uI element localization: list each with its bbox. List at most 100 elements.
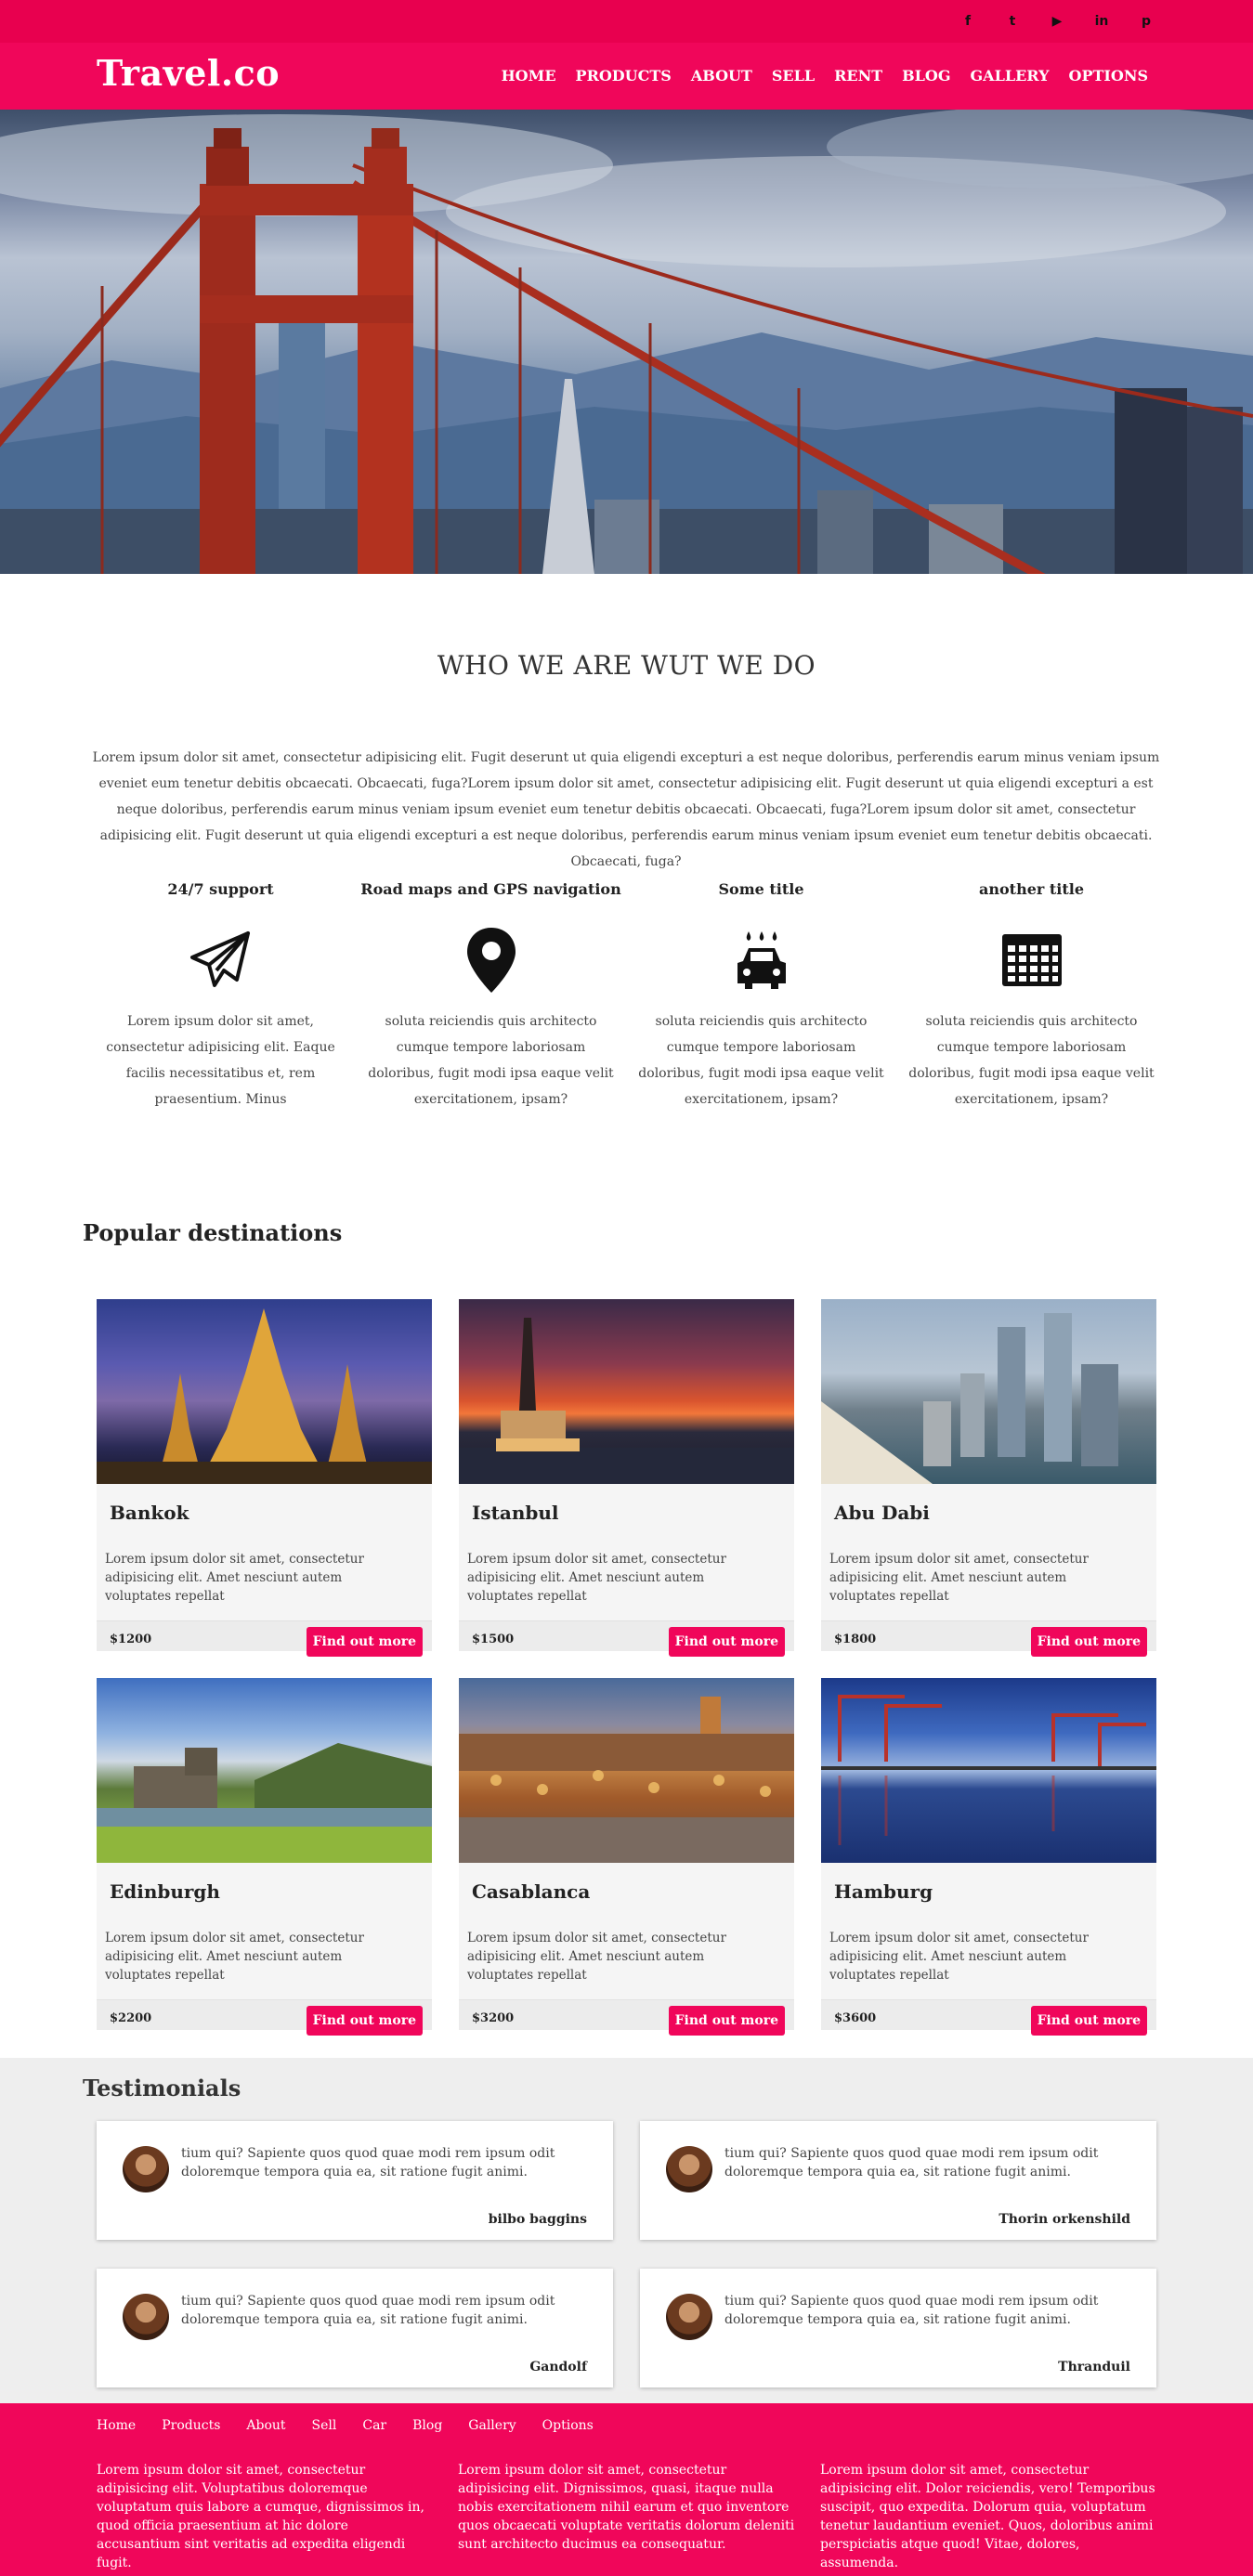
destination-card: Abu Dabi Lorem ipsum dolor sit amet, con… xyxy=(821,1299,1156,1657)
destination-name: Istanbul xyxy=(472,1502,559,1524)
testimonial-quote: tium qui? Sapiente quos quod quae modi r… xyxy=(724,2294,1099,2327)
destination-price: $1500 xyxy=(472,1633,515,1646)
card-footer: $3600 Find out more xyxy=(821,1999,1156,2036)
destination-card: Istanbul Lorem ipsum dolor sit amet, con… xyxy=(459,1299,794,1657)
nav-options[interactable]: OPTIONS xyxy=(1069,67,1148,85)
calendar-icon xyxy=(896,923,1167,997)
feature-title: another title xyxy=(979,880,1084,898)
destination-price: $1200 xyxy=(110,1633,152,1646)
features-row: 24/7 support Lorem ipsum dolor sit amet,… xyxy=(85,880,1167,1112)
card-footer: $3200 Find out more xyxy=(459,1999,794,2036)
destination-image-istanbul[interactable] xyxy=(459,1299,794,1484)
linkedin-icon[interactable]: in xyxy=(1091,11,1112,32)
who-we-are-text: Lorem ipsum dolor sit amet, consectetur … xyxy=(92,750,1160,869)
hero-image xyxy=(0,110,1253,574)
feature-title: 24/7 support xyxy=(167,880,274,898)
footer-link-car[interactable]: Car xyxy=(362,2418,386,2433)
card-footer: $1500 Find out more xyxy=(459,1620,794,1657)
find-out-more-button[interactable]: Find out more xyxy=(668,2006,785,2036)
destination-grid: Bankok Lorem ipsum dolor sit amet, conse… xyxy=(97,1299,1156,2036)
destination-text: Lorem ipsum dolor sit amet, consectetur … xyxy=(467,1552,726,1604)
avatar xyxy=(666,2146,712,2192)
nav-blog[interactable]: BLOG xyxy=(902,67,950,85)
destination-name: Bankok xyxy=(110,1502,189,1524)
testimonial-card: tium qui? Sapiente quos quod quae modi r… xyxy=(640,2269,1156,2387)
pinterest-icon[interactable]: p xyxy=(1136,11,1156,32)
avatar xyxy=(666,2294,712,2340)
footer-link-blog[interactable]: Blog xyxy=(412,2418,442,2433)
footer-link-gallery[interactable]: Gallery xyxy=(468,2418,516,2433)
avatar xyxy=(123,2294,169,2340)
feature-title: Some title xyxy=(718,880,804,898)
feature-support: 24/7 support Lorem ipsum dolor sit amet,… xyxy=(85,880,356,1112)
destination-card: Casablanca Lorem ipsum dolor sit amet, c… xyxy=(459,1678,794,2036)
nav-products[interactable]: PRODUCTS xyxy=(576,67,672,85)
car-wash-icon xyxy=(626,923,896,997)
feature-another-title: another title soluta reiciendis quis arc… xyxy=(896,880,1167,1112)
testimonial-author: Thorin orkenshild xyxy=(998,2212,1130,2227)
main-nav: HOME PRODUCTS ABOUT SELL RENT BLOG GALLE… xyxy=(502,67,1148,85)
feature-title: Road maps and GPS navigation xyxy=(360,880,621,898)
destination-text: Lorem ipsum dolor sit amet, consectetur … xyxy=(105,1552,364,1604)
testimonials-heading: Testimonials xyxy=(83,2075,241,2101)
footer-column-2: Lorem ipsum dolor sit amet, consectetur … xyxy=(458,2463,795,2552)
destination-image-abu-dhabi[interactable] xyxy=(821,1299,1156,1484)
who-we-are-heading: WHO WE ARE WUT WE DO xyxy=(437,650,816,681)
footer-nav: Home Products About Sell Car Blog Galler… xyxy=(97,2418,594,2433)
site-logo[interactable]: Travel.co xyxy=(97,52,280,94)
find-out-more-button[interactable]: Find out more xyxy=(1030,1627,1147,1657)
nav-sell[interactable]: SELL xyxy=(772,67,815,85)
footer-column-1: Lorem ipsum dolor sit amet, consectetur … xyxy=(97,2463,424,2570)
paper-plane-icon xyxy=(85,923,356,997)
site-footer: Home Products About Sell Car Blog Galler… xyxy=(0,2403,1253,2576)
destination-price: $3600 xyxy=(834,2011,877,2025)
footer-link-options[interactable]: Options xyxy=(542,2418,594,2433)
find-out-more-button[interactable]: Find out more xyxy=(1030,2006,1147,2036)
destination-name: Abu Dabi xyxy=(834,1502,930,1524)
card-footer: $2200 Find out more xyxy=(97,1999,432,2036)
find-out-more-button[interactable]: Find out more xyxy=(306,1627,423,1657)
destination-card: Edinburgh Lorem ipsum dolor sit amet, co… xyxy=(97,1678,432,2036)
footer-column-3: Lorem ipsum dolor sit amet, consectetur … xyxy=(820,2463,1155,2570)
testimonial-author: Gandolf xyxy=(529,2360,587,2374)
nav-about[interactable]: ABOUT xyxy=(691,67,752,85)
testimonial-quote: tium qui? Sapiente quos quod quae modi r… xyxy=(181,2294,555,2327)
find-out-more-button[interactable]: Find out more xyxy=(306,2006,423,2036)
footer-link-sell[interactable]: Sell xyxy=(312,2418,337,2433)
feature-text: soluta reiciendis quis architecto cumque… xyxy=(638,1014,884,1107)
destination-text: Lorem ipsum dolor sit amet, consectetur … xyxy=(105,1931,364,1983)
golden-gate-bridge-illustration xyxy=(0,110,1253,574)
top-bar: f t ▶ in p xyxy=(0,0,1253,43)
footer-link-products[interactable]: Products xyxy=(162,2418,220,2433)
destination-image-hamburg[interactable] xyxy=(821,1678,1156,1863)
testimonial-quote: tium qui? Sapiente quos quod quae modi r… xyxy=(181,2146,555,2179)
facebook-icon[interactable]: f xyxy=(958,11,978,32)
testimonial-quote: tium qui? Sapiente quos quod quae modi r… xyxy=(724,2146,1099,2179)
feature-some-title: Some title soluta reiciendis quis archit… xyxy=(626,880,896,1112)
destination-image-edinburgh[interactable] xyxy=(97,1678,432,1863)
destination-card: Bankok Lorem ipsum dolor sit amet, conse… xyxy=(97,1299,432,1657)
destination-name: Hamburg xyxy=(834,1880,933,1903)
footer-link-about[interactable]: About xyxy=(246,2418,285,2433)
destination-text: Lorem ipsum dolor sit amet, consectetur … xyxy=(829,1552,1089,1604)
card-footer: $1800 Find out more xyxy=(821,1620,1156,1657)
youtube-icon[interactable]: ▶ xyxy=(1047,11,1067,32)
main-navbar: Travel.co HOME PRODUCTS ABOUT SELL RENT … xyxy=(0,43,1253,110)
feature-maps: Road maps and GPS navigation soluta reic… xyxy=(356,880,626,1112)
find-out-more-button[interactable]: Find out more xyxy=(668,1627,785,1657)
destination-image-bangkok[interactable] xyxy=(97,1299,432,1484)
testimonial-card: tium qui? Sapiente quos quod quae modi r… xyxy=(640,2121,1156,2240)
destination-text: Lorem ipsum dolor sit amet, consectetur … xyxy=(467,1931,726,1983)
feature-text: soluta reiciendis quis architecto cumque… xyxy=(368,1014,614,1107)
destination-price: $2200 xyxy=(110,2011,152,2025)
twitter-icon[interactable]: t xyxy=(1002,11,1023,32)
nav-home[interactable]: HOME xyxy=(502,67,556,85)
feature-text: soluta reiciendis quis architecto cumque… xyxy=(908,1014,1155,1107)
nav-gallery[interactable]: GALLERY xyxy=(971,67,1050,85)
nav-rent[interactable]: RENT xyxy=(834,67,882,85)
destination-name: Edinburgh xyxy=(110,1880,220,1903)
footer-link-home[interactable]: Home xyxy=(97,2418,136,2433)
destination-image-casablanca[interactable] xyxy=(459,1678,794,1863)
testimonials-section: Testimonials tium qui? Sapiente quos quo… xyxy=(0,2058,1253,2403)
social-links: f t ▶ in p xyxy=(958,11,1156,32)
